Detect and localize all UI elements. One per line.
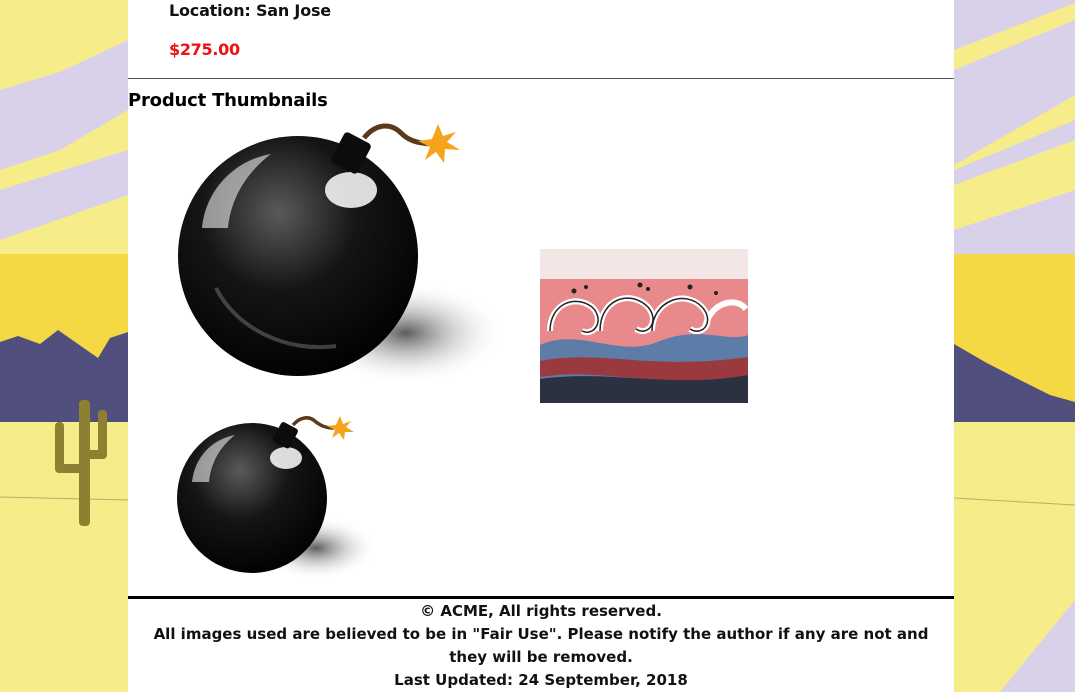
waves-artwork[interactable] [540, 249, 748, 403]
bomb-icon[interactable] [176, 118, 516, 393]
thumbnails-heading: Product Thumbnails [128, 90, 328, 111]
section-divider [128, 78, 954, 79]
copyright-text: © ACME, All rights reserved. [420, 602, 662, 620]
last-updated: Last Updated: 24 September, 2018 [394, 671, 688, 689]
product-location: Location: San Jose [169, 1, 331, 20]
bomb-icon[interactable] [176, 412, 386, 584]
product-price: $275.00 [169, 40, 240, 59]
main-content: Location: San Jose $275.00 Product Thumb… [128, 0, 954, 692]
page-footer: © ACME, All rights reserved. All images … [128, 596, 954, 692]
fair-use-notice: All images used are believed to be in "F… [153, 625, 929, 666]
